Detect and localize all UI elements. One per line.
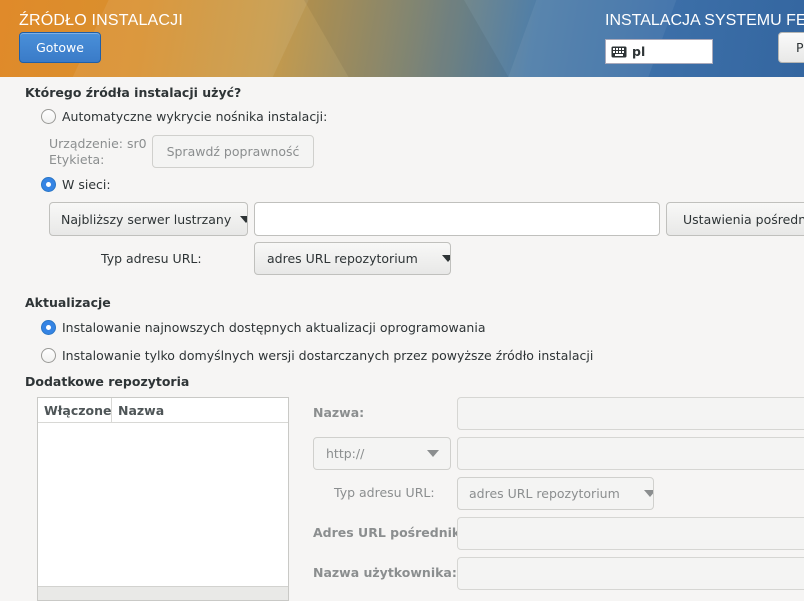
- verify-button-label: Sprawdź poprawność: [166, 144, 300, 159]
- mirror-select-label: Najbliższy serwer lustrzany: [61, 211, 232, 227]
- page-title: ŹRÓDŁO INSTALACJI: [19, 12, 184, 29]
- chevron-down-icon: [427, 450, 440, 457]
- auto-detect-radio[interactable]: [41, 109, 56, 124]
- auto-detect-radio-row[interactable]: Automatyczne wykrycie nośnika instalacji…: [41, 109, 327, 124]
- chevron-down-icon: [441, 255, 450, 262]
- network-label: W sieci:: [62, 177, 111, 192]
- keyboard-layout-label: pl: [632, 44, 646, 59]
- device-label: Urządzenie: sr0: [49, 136, 147, 151]
- repo-proxy-url-input[interactable]: [457, 517, 804, 550]
- repo-url-type-label: Typ adresu URL:: [334, 485, 435, 500]
- repo-username-input[interactable]: [457, 557, 804, 590]
- updates-heading: Aktualizacje: [25, 295, 111, 310]
- url-type-select[interactable]: adres URL repozytorium: [254, 242, 451, 275]
- mirror-select[interactable]: Najbliższy serwer lustrzany: [49, 202, 248, 236]
- updates-latest-label: Instalowanie najnowszych dostępnych aktu…: [62, 320, 486, 335]
- column-header-name[interactable]: Nazwa: [112, 398, 170, 422]
- repos-heading: Dodatkowe repozytoria: [25, 374, 190, 389]
- url-input[interactable]: [254, 202, 660, 236]
- repo-url-input[interactable]: [457, 437, 804, 470]
- network-radio-row[interactable]: W sieci:: [41, 177, 111, 192]
- url-type-value: adres URL repozytorium: [267, 251, 418, 266]
- updates-default-row[interactable]: Instalowanie tylko domyślnych wersji dos…: [41, 348, 593, 363]
- repo-url-type-value: adres URL repozytorium: [469, 486, 620, 501]
- repo-username-label: Nazwa użytkownika:: [313, 565, 457, 580]
- chevron-down-icon: [643, 490, 653, 497]
- repo-proxy-url-label: Adres URL pośrednika:: [313, 525, 474, 540]
- repo-name-label: Nazwa:: [313, 405, 365, 420]
- keyboard-layout-indicator[interactable]: pl: [605, 39, 713, 64]
- updates-latest-radio[interactable]: [41, 320, 56, 335]
- source-heading: Którego źródła instalacji użyć?: [25, 85, 242, 100]
- updates-latest-row[interactable]: Instalowanie najnowszych dostępnych aktu…: [41, 320, 485, 335]
- volume-label: Etykieta:: [49, 152, 105, 167]
- column-header-enabled[interactable]: Włączone: [38, 398, 112, 422]
- repo-name-input[interactable]: [457, 397, 804, 430]
- updates-default-radio[interactable]: [41, 348, 56, 363]
- repo-protocol-value: http://: [326, 446, 365, 461]
- repo-list[interactable]: Włączone Nazwa: [37, 397, 289, 601]
- updates-default-label: Instalowanie tylko domyślnych wersji dos…: [62, 348, 594, 363]
- auto-detect-label: Automatyczne wykrycie nośnika instalacji…: [62, 109, 328, 124]
- repo-protocol-select[interactable]: http://: [313, 437, 451, 470]
- proxy-settings-label: Ustawienia pośredn: [683, 211, 804, 227]
- repo-list-header: Włączone Nazwa: [38, 398, 288, 423]
- network-radio[interactable]: [41, 177, 56, 192]
- proxy-settings-button[interactable]: Ustawienia pośredn: [666, 202, 804, 236]
- url-type-label: Typ adresu URL:: [101, 251, 202, 266]
- repo-url-type-select[interactable]: adres URL repozytorium: [457, 477, 654, 510]
- done-button[interactable]: Gotowe: [19, 32, 101, 63]
- keyboard-icon: [611, 46, 627, 58]
- verify-button[interactable]: Sprawdź poprawność: [152, 135, 314, 168]
- installer-title: INSTALACJA SYSTEMU FED: [605, 12, 804, 29]
- header-bar: ŹRÓDŁO INSTALACJI Gotowe INSTALACJA SYST…: [0, 0, 804, 77]
- header-facet: [298, 0, 522, 77]
- repo-list-toolbar: [38, 586, 288, 600]
- help-button[interactable]: P: [778, 32, 804, 63]
- chevron-down-icon: [240, 215, 247, 223]
